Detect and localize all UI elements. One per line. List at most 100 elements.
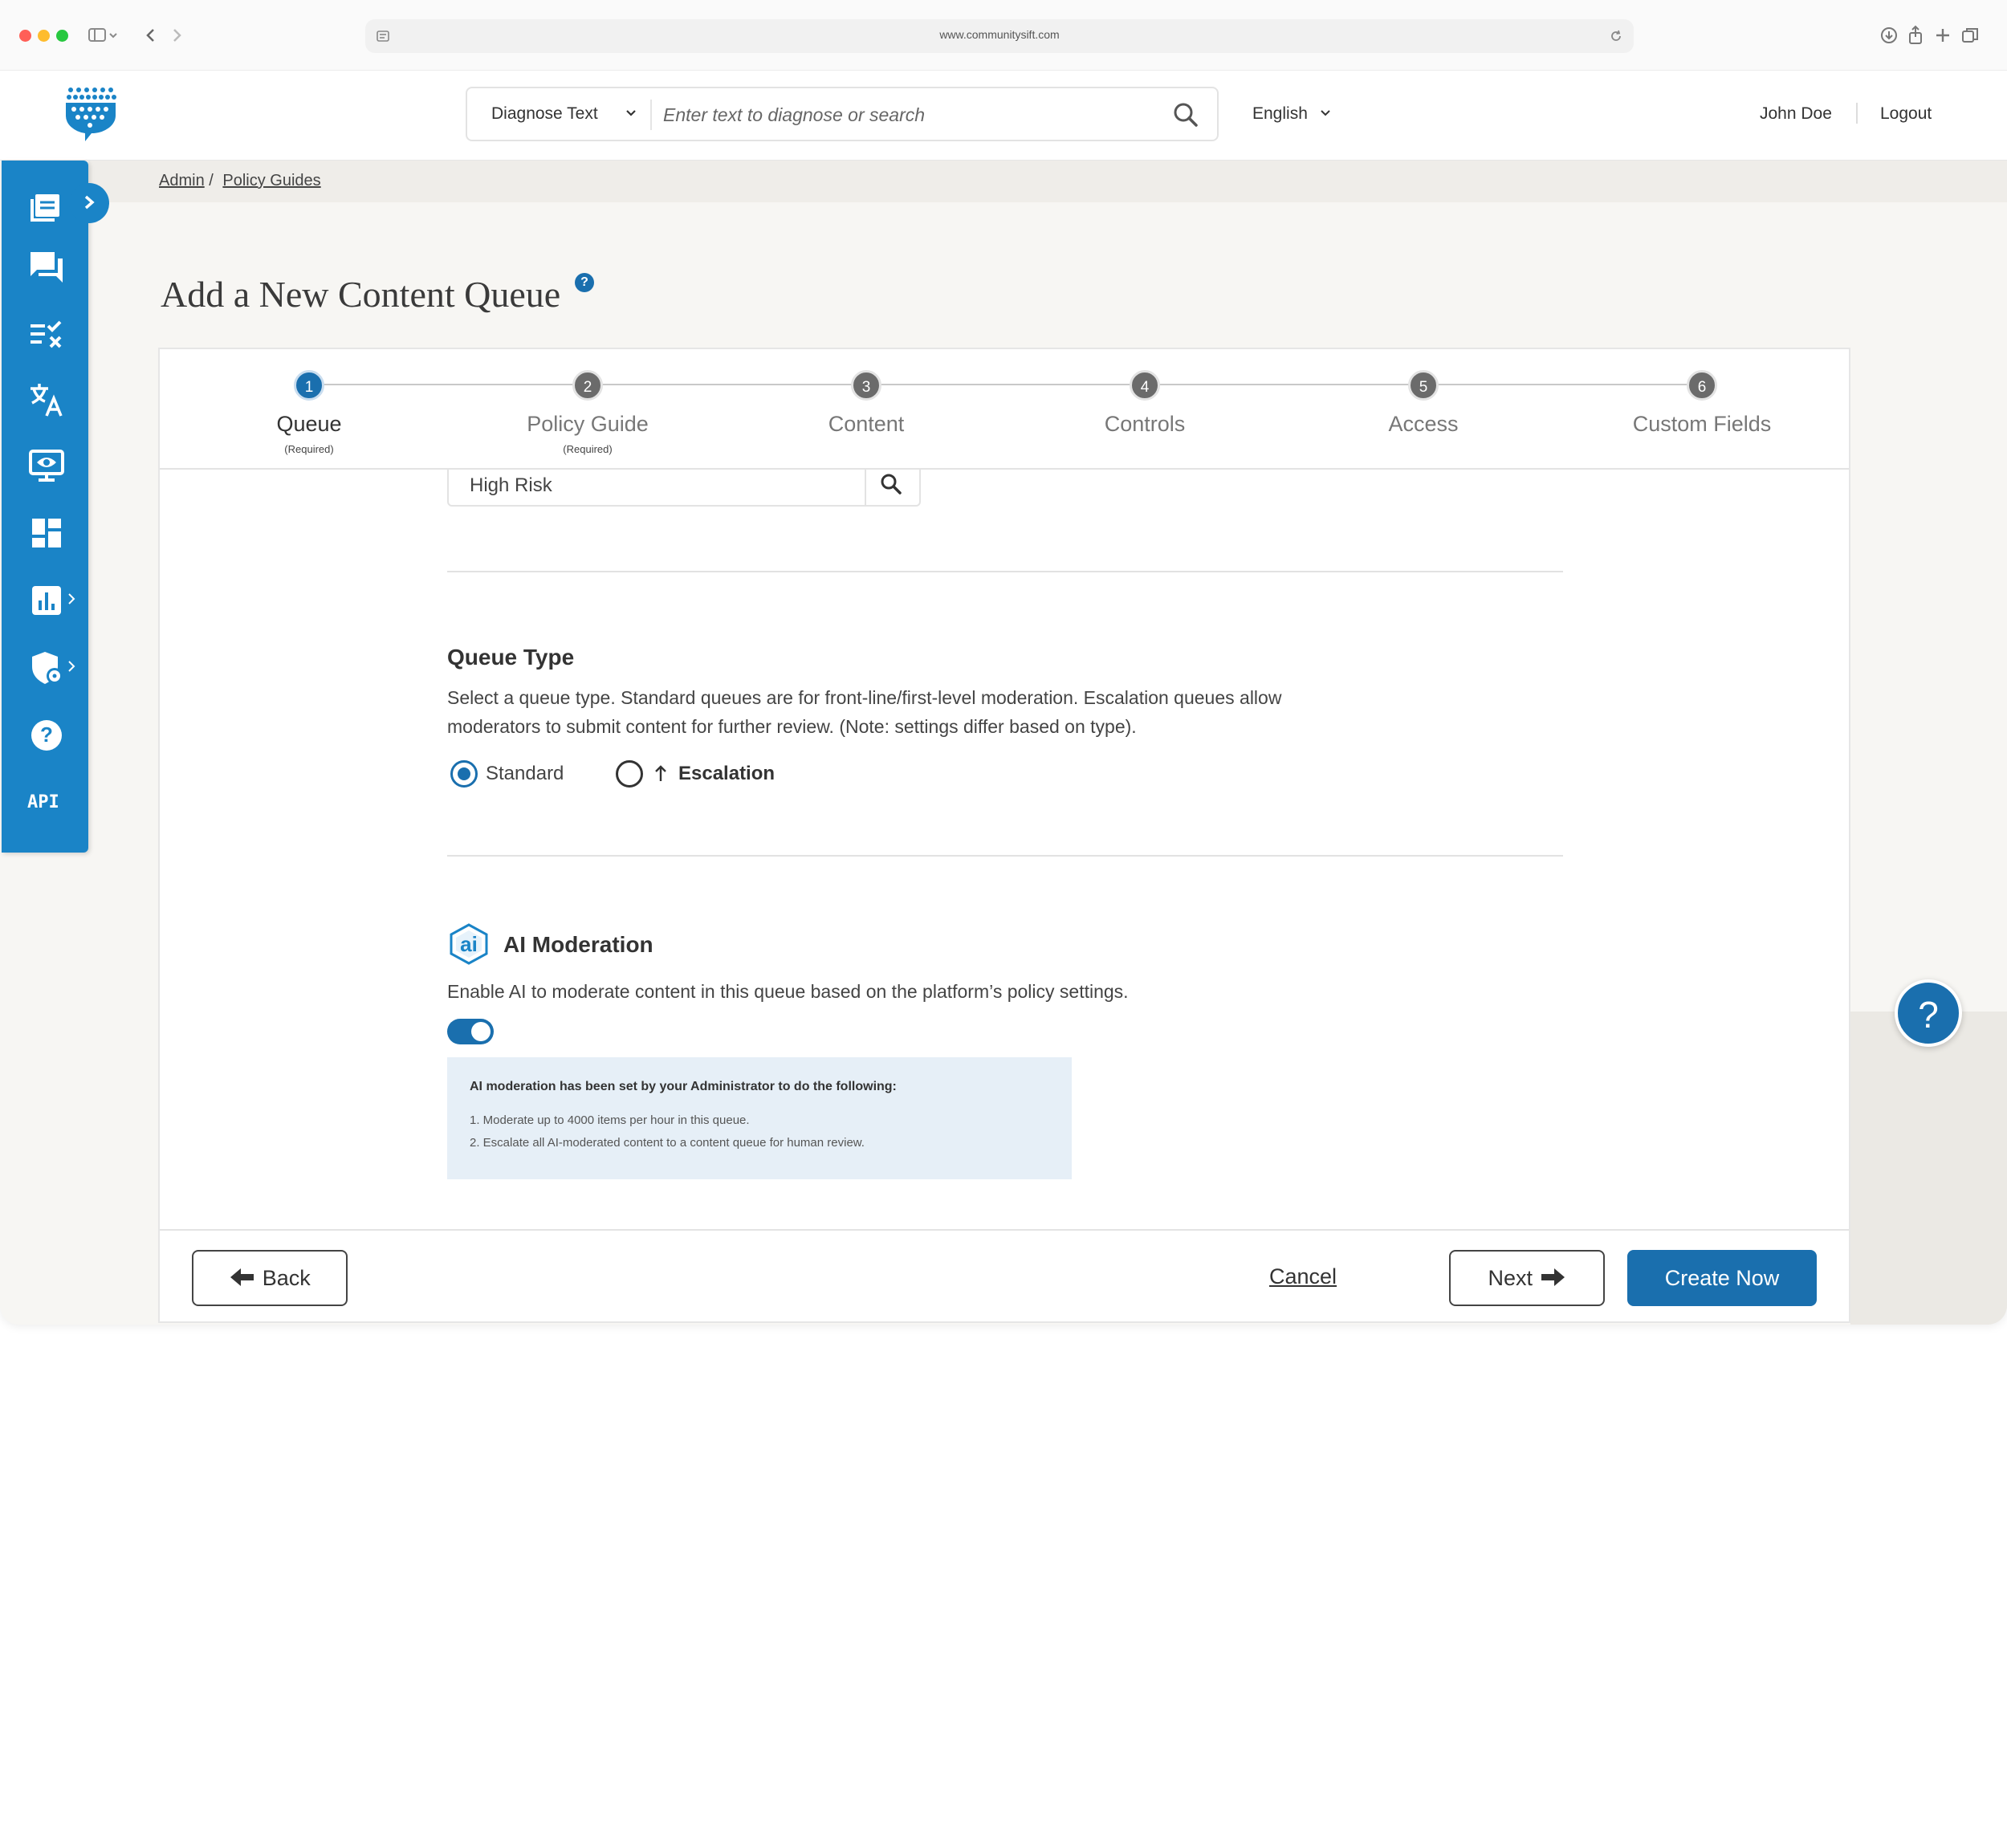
browser-window: www.communitysift.com Diagnose Text Ente… [0, 0, 2007, 1325]
escalation-radio[interactable] [616, 760, 643, 788]
background-decoration [1850, 1012, 2007, 1325]
step-number: 3 [851, 370, 881, 401]
step-controls[interactable]: 4 Controls [1024, 370, 1265, 437]
step-label: Content [828, 412, 905, 436]
section-divider [447, 855, 1563, 857]
breadcrumb-policy-guides-link[interactable]: Policy Guides [222, 172, 320, 189]
logout-link[interactable]: Logout [1880, 104, 1932, 124]
downloads-icon[interactable] [1879, 24, 1899, 47]
queue-type-description-line: moderators to submit content for further… [447, 716, 1137, 737]
standard-radio[interactable] [450, 760, 478, 788]
dashboard-icon[interactable] [27, 514, 66, 552]
ai-info-title: AI moderation has been set by your Admin… [470, 1080, 897, 1093]
chevron-down-icon[interactable] [624, 103, 638, 128]
api-icon[interactable]: API [27, 784, 66, 822]
policy-search-value: High Risk [470, 474, 552, 496]
url-text: www.communitysift.com [939, 28, 1060, 41]
address-bar[interactable]: www.communitysift.com [365, 19, 1634, 53]
step-content[interactable]: 3 Content [746, 370, 987, 437]
wizard-card: 1 Queue (Required) 2 Policy Guide (Requi… [158, 348, 1850, 1323]
ai-info-box: AI moderation has been set by your Admin… [447, 1057, 1072, 1179]
step-number: 1 [294, 370, 324, 401]
chevron-right-icon[interactable] [66, 591, 77, 611]
new-tab-icon[interactable] [1933, 24, 1952, 47]
diagnose-type-select[interactable]: Diagnose Text [491, 104, 598, 124]
forward-nav-icon[interactable] [169, 24, 185, 47]
escalation-radio-label[interactable]: Escalation [678, 763, 775, 785]
divider [650, 100, 652, 130]
queue-type-heading: Queue Type [447, 645, 575, 670]
standard-radio-label[interactable]: Standard [486, 763, 564, 785]
monitor-eye-icon[interactable] [27, 446, 66, 485]
share-icon[interactable] [1906, 24, 1925, 47]
queue-type-description: Select a queue type. Standard queues are… [447, 683, 1281, 741]
analytics-icon[interactable] [27, 581, 66, 620]
queues-icon[interactable] [27, 186, 66, 225]
step-label: Queue [276, 412, 342, 436]
ai-info-item: 1. Moderate up to 4000 items per hour in… [470, 1113, 750, 1127]
language-select[interactable]: English [1252, 104, 1332, 124]
sidebar-expand-button[interactable] [69, 183, 109, 223]
browser-chrome: www.communitysift.com [0, 0, 2007, 71]
divider [865, 470, 866, 505]
back-button-label: Back [262, 1266, 311, 1290]
arrow-up-icon [653, 762, 669, 788]
translate-icon[interactable] [27, 381, 66, 419]
sidebar-toggle-icon[interactable] [88, 24, 119, 47]
help-icon[interactable]: ? [27, 716, 66, 755]
help-icon[interactable]: ? [575, 273, 594, 292]
ai-moderation-heading: AI Moderation [503, 932, 653, 957]
ai-badge-text: ai [460, 932, 478, 956]
maximize-window-button[interactable] [56, 30, 68, 42]
chevron-right-icon[interactable] [66, 658, 77, 678]
queue-type-description-line: Select a queue type. Standard queues are… [447, 687, 1282, 708]
policy-search-input[interactable]: High Risk [447, 470, 921, 507]
close-window-button[interactable] [19, 30, 31, 42]
chevron-down-icon [1319, 104, 1332, 123]
floating-help-button[interactable]: ? [1895, 979, 1962, 1047]
footer-divider [160, 1229, 1849, 1231]
step-number: 6 [1687, 370, 1717, 401]
step-access[interactable]: 5 Access [1303, 370, 1544, 437]
rules-icon[interactable] [27, 315, 66, 353]
next-button-label: Next [1488, 1266, 1533, 1290]
search-icon[interactable] [1172, 101, 1199, 128]
back-button[interactable]: Back [192, 1250, 348, 1306]
breadcrumb: Admin / Policy Guides [159, 172, 321, 190]
arrow-left-icon [229, 1266, 263, 1290]
next-button[interactable]: Next [1449, 1250, 1605, 1306]
step-policy-guide[interactable]: 2 Policy Guide (Required) [467, 370, 708, 455]
ai-moderation-toggle[interactable] [447, 1019, 494, 1044]
create-now-button[interactable]: Create Now [1627, 1250, 1817, 1306]
security-settings-icon[interactable] [27, 649, 66, 687]
community-sift-logo-icon[interactable] [63, 85, 119, 143]
section-divider [447, 571, 1563, 572]
arrow-right-icon [1539, 1266, 1566, 1290]
step-note: (Required) [284, 443, 334, 455]
step-number: 5 [1408, 370, 1439, 401]
back-nav-icon[interactable] [143, 24, 159, 47]
step-queue[interactable]: 1 Queue (Required) [189, 370, 429, 455]
step-label: Custom Fields [1632, 412, 1772, 436]
page-title: Add a New Content Queue [161, 274, 561, 315]
search-icon[interactable] [879, 473, 905, 501]
step-label: Controls [1104, 412, 1186, 436]
reload-icon[interactable] [1608, 28, 1624, 48]
diagnose-search-input[interactable] [663, 100, 1137, 130]
minimize-window-button[interactable] [38, 30, 50, 42]
user-name[interactable]: John Doe [1760, 104, 1832, 124]
step-custom-fields[interactable]: 6 Custom Fields [1582, 370, 1822, 437]
tab-overview-icon[interactable] [1960, 24, 1980, 47]
chat-icon[interactable] [27, 247, 66, 286]
step-note: (Required) [563, 443, 613, 455]
ai-moderation-description: Enable AI to moderate content in this qu… [447, 981, 1129, 1002]
breadcrumb-bar: Admin / Policy Guides [88, 161, 2007, 202]
svg-text:?: ? [40, 723, 53, 747]
step-label: Policy Guide [527, 412, 649, 436]
step-number: 2 [572, 370, 603, 401]
cancel-link[interactable]: Cancel [1269, 1264, 1337, 1289]
step-label: Access [1388, 412, 1459, 436]
wizard-stepper: 1 Queue (Required) 2 Policy Guide (Requi… [160, 349, 1849, 470]
breadcrumb-admin-link[interactable]: Admin [159, 172, 205, 189]
step-number: 4 [1130, 370, 1160, 401]
